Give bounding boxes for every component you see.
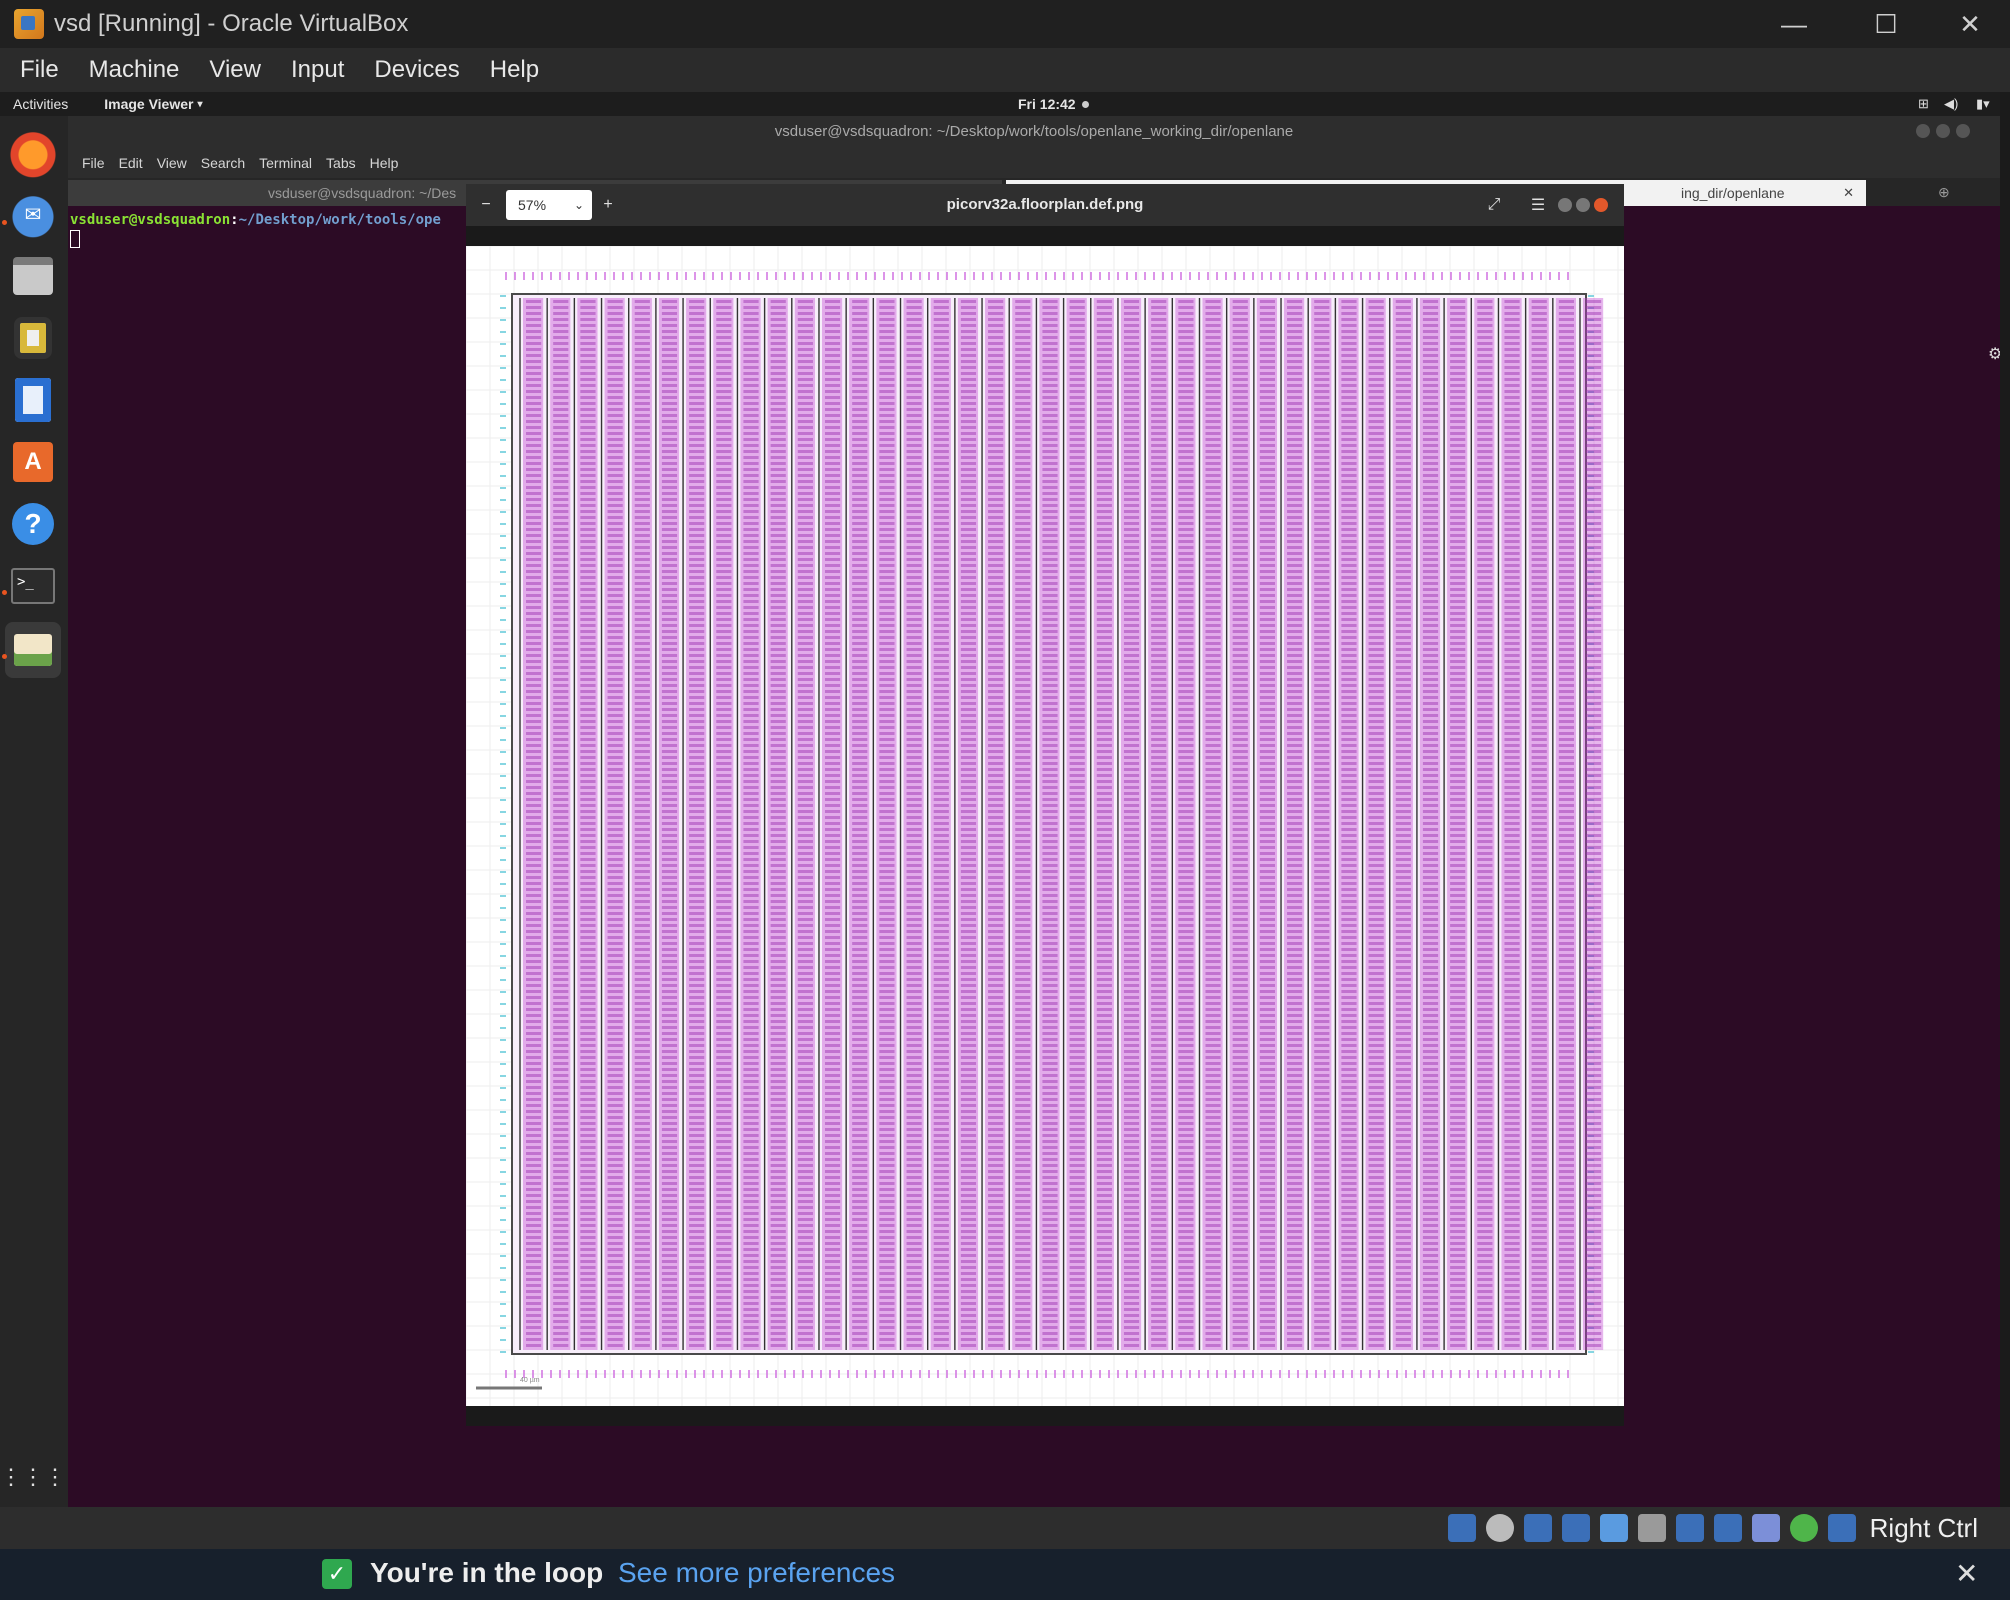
maximize-button[interactable]: ☐ xyxy=(1840,0,1932,48)
viewer-filename: picorv32a.floorplan.def.png xyxy=(946,196,1144,213)
image-viewer-icon[interactable] xyxy=(5,622,61,678)
display-icon[interactable] xyxy=(1675,1514,1704,1542)
terminal-title: vsduser@vsdsquadron: ~/Desktop/work/tool… xyxy=(68,116,2000,148)
menu-machine[interactable]: Machine xyxy=(89,56,180,84)
thunderbird-icon[interactable]: ✉ xyxy=(5,186,61,242)
terminal-tab-1-label: vsduser@vsdsquadron: ~/Des xyxy=(268,185,457,201)
menu-input[interactable]: Input xyxy=(291,56,344,84)
software-icon[interactable]: A xyxy=(5,434,61,490)
viewer-header: − 57% ⌄ + picorv32a.floorplan.def.png ⤢ … xyxy=(466,184,1624,226)
terminal-menu-bar: File Edit View Search Terminal Tabs Help xyxy=(68,148,2000,178)
hamburger-menu-icon[interactable]: ☰ xyxy=(1526,193,1550,217)
network-adapter-icon[interactable] xyxy=(1561,1514,1590,1542)
terminal-cursor xyxy=(70,230,80,248)
maximize-icon[interactable] xyxy=(1936,124,1950,138)
terminal-menu-terminal[interactable]: Terminal xyxy=(259,155,312,171)
notification-dot-icon xyxy=(1082,101,1089,108)
virtualbox-status-bar: Right Ctrl xyxy=(0,1507,2010,1549)
minimize-icon[interactable] xyxy=(1558,198,1572,212)
terminal-menu-view[interactable]: View xyxy=(157,155,187,171)
prompt-colon: : xyxy=(230,212,239,228)
show-applications-icon[interactable]: ⋮⋮⋮ xyxy=(0,1449,66,1505)
fullscreen-icon[interactable]: ⤢ xyxy=(1482,193,1506,217)
virtualbox-title-bar: vsd [Running] - Oracle VirtualBox — ☐ ✕ xyxy=(0,0,2010,48)
close-notification-icon[interactable]: ✕ xyxy=(1955,1557,1978,1590)
optical-drive-icon[interactable] xyxy=(1485,1514,1514,1542)
close-icon[interactable] xyxy=(1956,124,1970,138)
firefox-icon[interactable] xyxy=(5,124,61,180)
shared-folders-icon[interactable] xyxy=(1637,1514,1666,1542)
check-icon: ✓ xyxy=(322,1559,352,1589)
close-icon[interactable] xyxy=(1594,198,1608,212)
keyboard-capture-icon[interactable] xyxy=(1827,1514,1856,1542)
menu-help[interactable]: Help xyxy=(490,56,539,84)
notification-text: You're in the loop xyxy=(370,1557,604,1588)
guest-screen: Activities Image Viewer ▾ Fri 12:42 ⊞ ◀)… xyxy=(0,92,2000,1507)
network-icon[interactable]: ⊞ xyxy=(1918,96,1929,112)
maximize-icon[interactable] xyxy=(1576,198,1590,212)
recording-icon[interactable] xyxy=(1713,1514,1742,1542)
running-indicator-icon xyxy=(2,220,7,225)
running-indicator-icon xyxy=(2,590,7,595)
terminal-menu-tabs[interactable]: Tabs xyxy=(326,155,356,171)
viewer-window-controls xyxy=(1558,198,1608,212)
terminal-prompt: vsduser@vsdsquadron:~/Desktop/work/tools… xyxy=(70,212,441,248)
minimize-button[interactable]: — xyxy=(1748,0,1840,48)
dock: ✉ A ? >_ ⋮⋮⋮ xyxy=(0,116,68,1507)
close-tab-icon[interactable]: ✕ xyxy=(1843,180,1854,206)
notification-bar: ✓ You're in the loop See more preference… xyxy=(0,1549,2010,1600)
terminal-icon[interactable]: >_ xyxy=(5,558,61,614)
terminal-menu-file[interactable]: File xyxy=(82,155,105,171)
image-viewer-window: − 57% ⌄ + picorv32a.floorplan.def.png ⤢ … xyxy=(466,184,1624,1426)
clock[interactable]: Fri 12:42 xyxy=(1018,96,1076,112)
minimize-icon[interactable] xyxy=(1916,124,1930,138)
terminal-window-controls xyxy=(1916,124,1970,138)
scale-label: 40 µm xyxy=(520,1377,540,1384)
rhythmbox-icon[interactable] xyxy=(5,310,61,366)
files-icon[interactable] xyxy=(5,248,61,304)
audio-icon[interactable] xyxy=(1523,1514,1552,1542)
volume-icon[interactable]: ◀) xyxy=(1944,96,1958,112)
virtualization-icon[interactable] xyxy=(1751,1514,1780,1542)
app-menu-label: Image Viewer xyxy=(104,96,194,112)
host-key-label: Right Ctrl xyxy=(1869,1512,1978,1543)
storage-icon[interactable] xyxy=(1447,1514,1476,1542)
usb-icon[interactable] xyxy=(1599,1514,1628,1542)
close-button[interactable]: ✕ xyxy=(1924,0,2010,48)
gear-icon[interactable]: ⚙ xyxy=(1988,344,2000,364)
prompt-user: vsduser@vsdsquadron xyxy=(70,212,231,228)
terminal-menu-edit[interactable]: Edit xyxy=(119,155,143,171)
app-menu[interactable]: Image Viewer ▾ xyxy=(104,96,202,112)
writer-icon[interactable] xyxy=(5,372,61,428)
prompt-path: ~/Desktop/work/tools/ope xyxy=(238,212,441,228)
virtualbox-menu-bar: File Machine View Input Devices Help xyxy=(0,48,2010,92)
chevron-down-icon: ▾ xyxy=(197,98,203,110)
virtualbox-app-icon xyxy=(14,9,44,39)
battery-icon[interactable]: ▮▾ xyxy=(1976,96,1990,112)
menu-view[interactable]: View xyxy=(209,56,261,84)
terminal-menu-search[interactable]: Search xyxy=(201,155,245,171)
activities-button[interactable]: Activities xyxy=(13,96,68,112)
gnome-top-bar: Activities Image Viewer ▾ Fri 12:42 ⊞ ◀)… xyxy=(0,92,2000,116)
floorplan-drawing: 40 µm xyxy=(466,246,1624,1406)
help-icon[interactable]: ? xyxy=(5,496,61,552)
menu-devices[interactable]: Devices xyxy=(374,56,459,84)
new-tab-icon[interactable]: ⊕ xyxy=(1938,184,1950,201)
terminal-tab-2-label: ing_dir/openlane xyxy=(1681,185,1785,201)
floorplan-image[interactable]: 40 µm xyxy=(466,246,1624,1406)
terminal-menu-help[interactable]: Help xyxy=(370,155,399,171)
mouse-integration-icon[interactable] xyxy=(1789,1514,1818,1542)
menu-file[interactable]: File xyxy=(20,56,59,84)
notification-link[interactable]: See more preferences xyxy=(618,1557,895,1589)
window-title: vsd [Running] - Oracle VirtualBox xyxy=(54,10,409,37)
running-indicator-icon xyxy=(2,654,7,659)
